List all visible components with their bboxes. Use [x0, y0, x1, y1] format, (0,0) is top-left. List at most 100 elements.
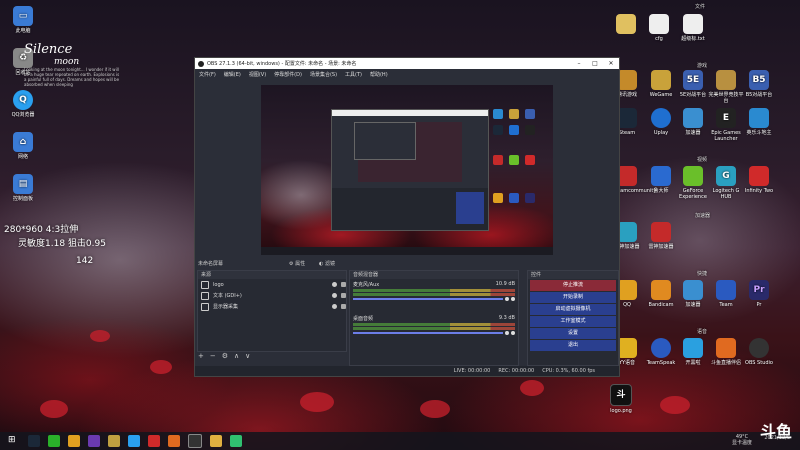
exit-button[interactable]: 退出	[530, 340, 616, 351]
source-item[interactable]: 显示器采集	[198, 301, 346, 312]
taskbar-wechat-icon[interactable]	[48, 435, 60, 447]
taskbar-steam-icon[interactable]	[28, 435, 40, 447]
filters-button[interactable]: ◐ 滤镜	[319, 260, 335, 267]
visibility-eye-icon[interactable]	[332, 304, 337, 309]
desktop-icon-geforce[interactable]: GeForce Experience	[676, 166, 710, 200]
desktop-icon-control-panel[interactable]: ▤ 控制面板	[0, 174, 46, 202]
tencent-games-icon	[617, 70, 637, 90]
settings-button[interactable]: 设置	[530, 328, 616, 339]
desktop-icon-premiere[interactable]: Pr Pr	[742, 280, 776, 308]
desktop-icon-wegame[interactable]: WeGame	[644, 70, 678, 98]
obs-window[interactable]: OBS 27.1.3 (64-bit, windows) - 配置文件: 未命名…	[194, 57, 620, 377]
preview-icon	[509, 193, 519, 203]
maximize-icon[interactable]: □	[587, 60, 603, 67]
desktop-icon-uplay[interactable]: Uplay	[644, 108, 678, 136]
menu-scene-collection[interactable]: 场景集合(S)	[310, 71, 337, 78]
close-icon[interactable]: ✕	[603, 60, 619, 67]
desktop-icon-b5[interactable]: B5 B5对战平台	[742, 70, 776, 98]
gear-icon[interactable]	[511, 297, 515, 301]
visibility-eye-icon[interactable]	[332, 293, 337, 298]
desktop-icon-infinity[interactable]: Infinity Two	[742, 166, 776, 194]
source-item[interactable]: logo	[198, 279, 346, 290]
nested-preview-inner	[354, 122, 416, 160]
lock-icon[interactable]	[341, 304, 346, 309]
speaker-icon[interactable]	[505, 331, 509, 335]
taskbar-obs-icon[interactable]	[188, 434, 202, 448]
gear-icon[interactable]	[511, 331, 515, 335]
menu-docks[interactable]: 停靠部件(D)	[274, 71, 302, 78]
channel-db: 9.3 dB	[498, 315, 515, 321]
desktop-icon-ghub[interactable]: G Logitech G HUB	[708, 166, 744, 200]
desktop-icon-epic[interactable]: E Epic Games Launcher	[708, 108, 744, 142]
group-label-tools: 加速器	[695, 213, 711, 219]
desktop-icon-teamspeak[interactable]: TeamSpeak	[644, 338, 678, 366]
lock-icon[interactable]	[341, 293, 346, 298]
menu-tools[interactable]: 工具(T)	[345, 71, 362, 78]
desktop-icon-ludashi[interactable]: 鲁大师	[644, 166, 678, 194]
accelerator-icon	[683, 108, 703, 128]
visibility-eye-icon[interactable]	[332, 282, 337, 287]
taskbar-qqmusic-icon[interactable]	[230, 435, 242, 447]
cpu-status: CPU: 0.3%, 60.00 fps	[542, 368, 595, 374]
desktop-icon-qq-browser[interactable]: Q QQ浏览器	[0, 90, 46, 118]
desktop-icon-this-pc[interactable]: ▭ 此电脑	[0, 6, 46, 34]
start-recording-button[interactable]: 开始录制	[530, 292, 616, 303]
lock-icon[interactable]	[341, 282, 346, 287]
desktop-icon-bandicam[interactable]: Bandicam	[644, 280, 678, 308]
desktop-icon-accelerator[interactable]: 加速器	[676, 108, 710, 136]
source-item[interactable]: 文本 (GDI+)	[198, 290, 346, 301]
obs-titlebar[interactable]: OBS 27.1.3 (64-bit, windows) - 配置文件: 未命名…	[195, 58, 619, 69]
desktop-icon-5e[interactable]: 5E 5E对战平台	[676, 70, 710, 98]
volume-slider[interactable]	[353, 332, 503, 334]
desktop-icon-landlord[interactable]: 英乐斗地主	[742, 108, 776, 136]
speaker-icon[interactable]	[505, 297, 509, 301]
taskbar-douyu-icon[interactable]	[168, 435, 180, 447]
source-settings-icon[interactable]: ⚙	[222, 352, 228, 360]
menu-help[interactable]: 帮助(H)	[370, 71, 388, 78]
move-down-icon[interactable]: ∨	[245, 352, 250, 360]
desktop-icon-team[interactable]: Team	[708, 280, 744, 308]
menu-file[interactable]: 文件(F)	[199, 71, 216, 78]
preview-taskbar	[261, 247, 553, 255]
group-label-games: 游戏	[697, 63, 708, 69]
taskbar-qq-icon[interactable]	[68, 435, 80, 447]
obs-window-title: OBS 27.1.3 (64-bit, windows) - 配置文件: 未命名…	[207, 61, 357, 67]
taskbar-browser-icon[interactable]	[128, 435, 140, 447]
desktop-icon-app-accelerator[interactable]: 加速器	[676, 280, 710, 308]
minimize-icon[interactable]: –	[571, 60, 587, 67]
taskbar-game-icon[interactable]	[88, 435, 100, 447]
desktop-icon-folder[interactable]	[612, 14, 640, 36]
teamspeak-icon	[651, 338, 671, 358]
taskbar-netease-icon[interactable]	[148, 435, 160, 447]
system-tray-weather[interactable]: 49°C 显卡温度	[732, 434, 752, 446]
desktop-icon-perfect-world[interactable]: 完美世界竞技平台	[708, 70, 744, 104]
desktop-icon-network[interactable]: ⌂ 网络	[0, 132, 46, 160]
windows-start-icon[interactable]: ⊞	[8, 435, 20, 447]
taskbar-cs-icon[interactable]	[108, 435, 120, 447]
desktop-icon-kaiheila[interactable]: 开黑啦	[676, 338, 710, 366]
logo-subtitle: moon	[54, 57, 80, 67]
menu-edit[interactable]: 编辑(E)	[224, 71, 241, 78]
start-virtual-camera-button[interactable]: 启动虚拟摄像机	[530, 304, 616, 315]
menu-view[interactable]: 视图(V)	[249, 71, 266, 78]
overlay-resolution: 280*960 4:3拉伸	[4, 225, 79, 235]
leishen-icon	[651, 222, 671, 242]
volume-slider[interactable]	[353, 298, 503, 300]
taskbar-folder-icon[interactable]	[210, 435, 222, 447]
desktop-icon-cfg[interactable]: cfg	[644, 14, 674, 42]
windows-taskbar: ⊞ 49°C 显卡温度 2021/12/6	[0, 432, 800, 450]
channel-name: 麦克风/Aux	[353, 282, 380, 288]
desktop-icon-leishen-2[interactable]: 雷神加速器	[644, 222, 678, 250]
desktop-icon-douyu-companion[interactable]: 斗鱼直播伴侣	[708, 338, 744, 366]
obs-preview[interactable]	[261, 85, 553, 255]
logo-title: Silence	[24, 42, 73, 57]
properties-button[interactable]: ⚙ 属性	[289, 260, 305, 267]
studio-mode-button[interactable]: 工作室模式	[530, 316, 616, 327]
add-source-icon[interactable]: +	[198, 352, 204, 360]
desktop-icon-obs[interactable]: OBS Studio	[742, 338, 776, 366]
desktop-icon-txt[interactable]: 超级标.txt	[676, 14, 710, 42]
desktop-icon-logo-png[interactable]: 斗 logo.png	[604, 384, 638, 414]
remove-source-icon[interactable]: −	[210, 352, 216, 360]
move-up-icon[interactable]: ∧	[234, 352, 239, 360]
stop-streaming-button[interactable]: 停止推流	[530, 280, 616, 291]
